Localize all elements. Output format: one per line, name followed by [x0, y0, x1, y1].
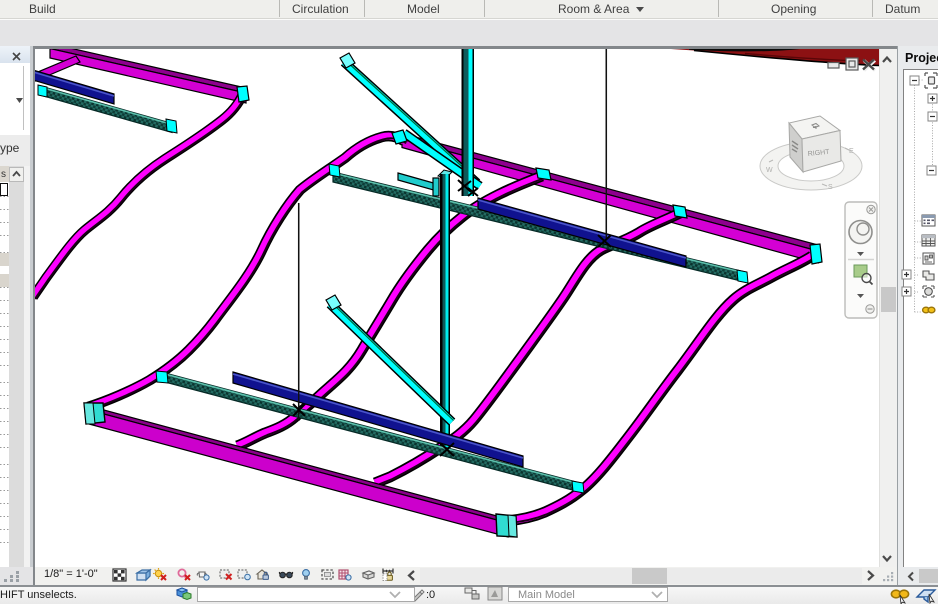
svg-text:W: W [766, 167, 773, 174]
svg-text:S: S [828, 184, 833, 191]
svg-text:E: E [849, 148, 854, 155]
